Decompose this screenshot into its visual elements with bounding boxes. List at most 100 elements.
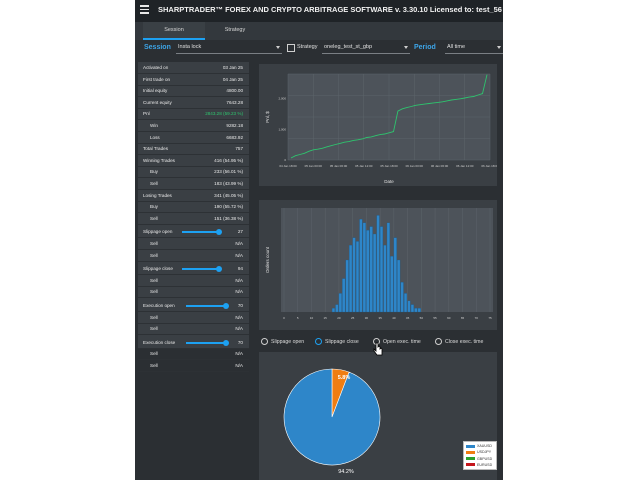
stat-row: Win 9282.18	[138, 120, 249, 132]
stat-key: Slippage open	[143, 229, 173, 235]
stat-row: Sell N/A	[138, 250, 249, 262]
legend-label: GBPUSD	[477, 456, 493, 461]
histogram-bar	[414, 308, 418, 313]
stat-row: Sell N/A	[138, 238, 249, 250]
session-select[interactable]: Insta lock	[176, 42, 282, 54]
slider[interactable]	[186, 303, 229, 309]
stat-row: Winning Trades 416 (54.95 %)	[138, 155, 249, 167]
stat-value: N/A	[235, 314, 243, 320]
histogram-bar	[390, 256, 394, 313]
strategy-select[interactable]: oneleg_test_st_gbp	[322, 42, 410, 54]
y-axis-label: Pnl, $	[265, 111, 270, 123]
pie-data-label: 94.2%	[338, 469, 354, 475]
stat-key: Win	[150, 123, 158, 128]
stat-key: Loss	[150, 134, 160, 140]
stat-row: Sell N/A	[138, 286, 249, 299]
radio-icon	[315, 338, 322, 345]
radio-icon	[261, 338, 268, 345]
legend-item: XAUUSD	[466, 443, 492, 449]
slider-knob[interactable]	[223, 339, 229, 346]
x-tick-label: 06 Jan 18:00	[481, 164, 497, 168]
stat-value: N/A	[235, 241, 243, 246]
slider-row: Execution open 70	[138, 300, 249, 312]
mouse-cursor-icon	[373, 342, 383, 356]
period-select[interactable]: All time	[445, 42, 503, 54]
slider-knob[interactable]	[216, 229, 222, 236]
stats-panel: Activated on 03 Jan 25 First trade on 04 Ja…	[138, 62, 249, 372]
pie-data-label: 5.8%	[338, 375, 351, 381]
stat-value: 757	[235, 146, 243, 152]
stat-row: First trade on 04 Jan 25	[138, 74, 249, 86]
strategy-select-value: oneleg_test_st_gbp	[324, 44, 373, 50]
stat-row: Buy 233 (56.01 %)	[138, 166, 249, 179]
slider-knob[interactable]	[223, 303, 229, 309]
histogram-bar	[349, 244, 353, 313]
orders-histogram: 0 5 10 15 20 25 30 35 40 45 50 55 60 65 70 75 Orders cou…	[259, 200, 497, 330]
stat-value: 4800.00	[226, 88, 243, 94]
stat-row: Sell 183 (43.99 %)	[138, 178, 249, 190]
tab-session[interactable]: Session	[143, 22, 205, 40]
session-select-value: Insta lock	[178, 44, 202, 50]
x-tick-label: 60	[447, 316, 451, 320]
slider[interactable]	[186, 339, 229, 346]
pnl-chart-svg: 04 Jan 18:00 05 Jan 00:00 05 Jan 06:00 05 J…	[265, 73, 499, 184]
slider-row: Slippage close 94	[138, 263, 249, 276]
y-tick-label: 0	[284, 158, 286, 162]
stat-value: N/A	[235, 252, 243, 258]
menu-icon[interactable]	[140, 5, 149, 14]
stat-row: Initial equity 4800.00	[138, 85, 249, 98]
legend-swatch	[466, 463, 475, 467]
stat-key: Execution close	[143, 339, 176, 345]
stat-row: Losing Trades 341 (45.05 %)	[138, 190, 249, 202]
x-tick-label: 10	[310, 316, 314, 320]
radio-label: Slippage close	[325, 338, 359, 345]
slider-knob[interactable]	[216, 266, 222, 273]
slider[interactable]	[182, 266, 222, 273]
legend-label: XAUUSD	[477, 444, 492, 448]
stat-value: 27	[237, 229, 243, 235]
x-tick-label: 05 Jan 18:00	[380, 164, 398, 168]
x-tick-label: 40	[392, 316, 396, 320]
stat-value: 7643.28	[226, 99, 243, 105]
stat-value: 04 Jan 25	[222, 76, 243, 82]
x-tick-label: 06 Jan 00:00	[406, 164, 424, 168]
stat-value: 70	[237, 303, 243, 308]
stat-key: Sell	[150, 289, 158, 295]
slider-row: Execution close 70	[138, 337, 249, 349]
x-tick-label: 05 Jan 12:00	[355, 164, 373, 168]
stat-key: Sell	[150, 215, 158, 221]
stat-value: N/A	[235, 277, 243, 283]
stat-value: 94	[237, 266, 243, 272]
histogram-bar	[369, 226, 373, 313]
radio-label: Open exec. time	[383, 338, 421, 345]
y-tick-label: 2,000	[278, 97, 286, 101]
radio-option[interactable]: Close exec. time	[435, 338, 483, 345]
histogram-bar	[383, 244, 387, 313]
stat-key: Winning Trades	[143, 157, 175, 163]
orders-histogram-svg: 0 5 10 15 20 25 30 35 40 45 50 55 60 65 70 75 Orders cou…	[265, 208, 493, 320]
stat-key: Slippage close	[143, 266, 173, 272]
radio-option[interactable]: Slippage open	[261, 338, 304, 345]
legend-label: USDJPY	[477, 450, 492, 455]
legend-swatch	[466, 450, 475, 454]
stat-key: Sell	[150, 351, 158, 357]
stat-value: 416 (54.95 %)	[214, 157, 243, 163]
stat-key: Sell	[150, 252, 158, 258]
app-title: SHARPTRADER™ FOREX AND CRYPTO ARBITRAGE …	[158, 5, 503, 14]
stat-key: Buy	[150, 169, 158, 175]
radio-option[interactable]: Slippage close	[315, 338, 359, 345]
stat-key: Sell	[150, 363, 158, 368]
strategy-checkbox[interactable]	[287, 44, 295, 52]
stat-row: Loss 6683.92	[138, 132, 249, 144]
pnl-chart: 04 Jan 18:00 05 Jan 00:00 05 Jan 06:00 05 J…	[259, 64, 499, 186]
tab-strategy[interactable]: Strategy	[207, 22, 263, 38]
pie-slice	[283, 368, 381, 466]
slider-row: Slippage open 27	[138, 226, 249, 239]
x-tick-label: 75	[488, 316, 492, 320]
stat-key: Total Trades	[143, 146, 169, 152]
y-axis-label: Orders count	[265, 246, 270, 273]
slider[interactable]	[182, 229, 222, 236]
histogram-bar	[376, 215, 380, 313]
histogram-bar	[373, 233, 377, 313]
stat-key: Sell	[150, 181, 158, 186]
